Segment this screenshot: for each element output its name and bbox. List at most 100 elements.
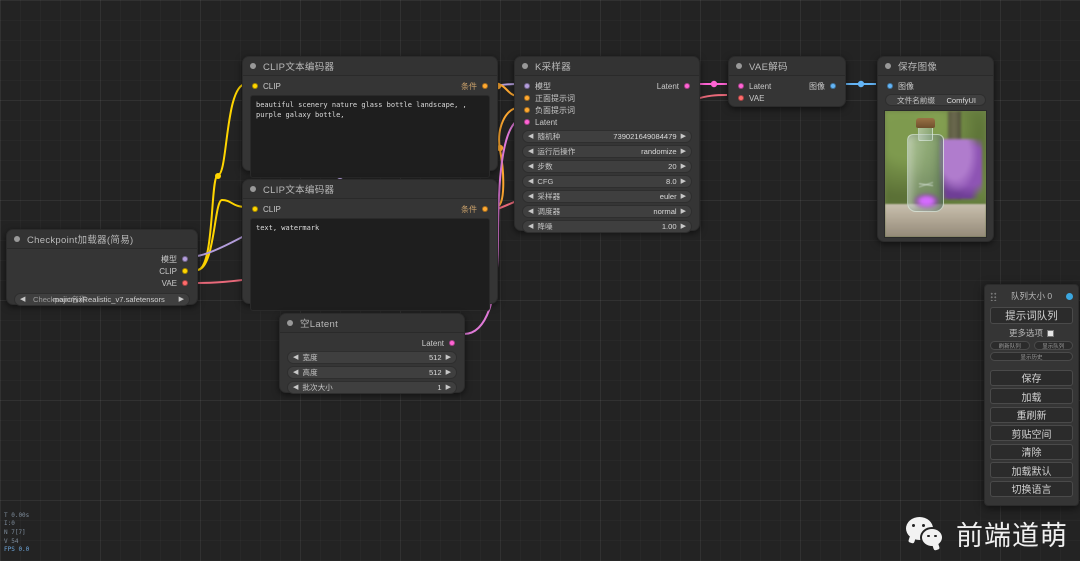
node-title-bar[interactable]: K采样器: [515, 57, 699, 76]
negative-prompt-textarea[interactable]: text, watermark: [250, 218, 490, 311]
widget-cfg[interactable]: ◀ CFG 8.0 ▶: [522, 175, 692, 188]
collapse-icon[interactable]: [885, 63, 891, 69]
extra-options-checkbox[interactable]: [1047, 329, 1054, 337]
widget-value[interactable]: 739021649084479: [613, 132, 676, 141]
slot-clip-output[interactable]: CLIP: [7, 265, 197, 277]
widget-denoise[interactable]: ◀ 降噪 1.00 ▶: [522, 220, 692, 233]
widget-filename-prefix[interactable]: 文件名前缀 ComfyUI: [885, 94, 986, 106]
decrement-arrow-icon[interactable]: ◀: [293, 369, 298, 376]
slot-image-input[interactable]: 图像: [878, 80, 993, 92]
collapse-icon[interactable]: [250, 186, 256, 192]
slot-vae-output[interactable]: VAE: [7, 277, 197, 289]
slot-latent-output[interactable]: Latent: [280, 337, 464, 349]
latent-input-dot[interactable]: [524, 119, 530, 125]
latent-output-dot[interactable]: [684, 83, 690, 89]
increment-arrow-icon[interactable]: ▶: [681, 223, 686, 230]
widget-scheduler[interactable]: ◀ 调度器 normal ▶: [522, 205, 692, 218]
slot-clip-input[interactable]: CLIP 条件: [243, 203, 497, 215]
slot-negative-input[interactable]: 负面提示词: [515, 104, 699, 116]
widget-value[interactable]: 1: [437, 383, 441, 392]
latent-input-dot[interactable]: [738, 83, 744, 89]
widget-ckpt-name[interactable]: ◀ Checkpoint名称 majicmixRealistic_v7.safe…: [14, 293, 190, 306]
menu-header[interactable]: 队列大小 0: [990, 289, 1073, 303]
node-title-bar[interactable]: CLIP文本编码器: [243, 180, 497, 199]
queue-control-row[interactable]: 刷新队列 显示队列: [990, 341, 1073, 350]
generated-image[interactable]: [885, 111, 986, 237]
increment-arrow-icon[interactable]: ▶: [446, 354, 451, 361]
widget-sampler-name[interactable]: ◀ 采样器 euler ▶: [522, 190, 692, 203]
queue-prompt-button[interactable]: 提示词队列: [990, 307, 1073, 324]
comfyui-menu-panel[interactable]: 队列大小 0 提示词队列 更多选项 刷新队列 显示队列 显示历史 保存 加载 重…: [984, 284, 1079, 506]
clear-button[interactable]: 清除: [990, 443, 1073, 460]
slot-latent-input[interactable]: Latent 图像: [729, 80, 845, 92]
positive-input-dot[interactable]: [524, 95, 530, 101]
decrement-arrow-icon[interactable]: ◀: [528, 208, 533, 215]
collapse-icon[interactable]: [250, 63, 256, 69]
collapse-icon[interactable]: [14, 236, 20, 242]
widget-value[interactable]: 512: [429, 353, 442, 362]
node-title-bar[interactable]: Checkpoint加载器(简易): [7, 230, 197, 249]
load-button[interactable]: 加载: [990, 388, 1073, 404]
collapse-icon[interactable]: [736, 63, 742, 69]
widget-width[interactable]: ◀ 宽度 512 ▶: [287, 351, 457, 364]
widget-value[interactable]: euler: [660, 192, 677, 201]
widget-value[interactable]: ComfyUI: [946, 96, 976, 105]
latent-output-dot[interactable]: [449, 340, 455, 346]
decrement-arrow-icon[interactable]: ◀: [528, 133, 533, 140]
slot-model-input[interactable]: 模型 Latent: [515, 80, 699, 92]
comfyui-canvas[interactable]: CLIP文本编码器 CLIP 条件 beautiful scenery natu…: [0, 0, 1080, 561]
slot-vae-input[interactable]: VAE: [729, 92, 845, 104]
widget-value[interactable]: 20: [668, 162, 676, 171]
increment-arrow-icon[interactable]: ▶: [681, 133, 686, 140]
decrement-arrow-icon[interactable]: ◀: [293, 384, 298, 391]
increment-arrow-icon[interactable]: ▶: [446, 384, 451, 391]
widget-value[interactable]: randomize: [641, 147, 676, 156]
node-vae-decode[interactable]: VAE解码 Latent 图像 VAE: [728, 56, 846, 107]
decrement-arrow-icon[interactable]: ◀: [528, 223, 533, 230]
widget-batch-size[interactable]: ◀ 批次大小 1 ▶: [287, 381, 457, 394]
node-empty-latent-image[interactable]: 空Latent Latent ◀ 宽度 512 ▶ ◀ 高度 512 ▶ ◀ 批…: [279, 313, 465, 394]
refresh-queue-button[interactable]: 刷新队列: [990, 341, 1030, 350]
widget-value[interactable]: normal: [653, 207, 676, 216]
node-title-bar[interactable]: 保存图像: [878, 57, 993, 76]
extra-options-row[interactable]: 更多选项: [990, 327, 1073, 339]
increment-arrow-icon[interactable]: ▶: [681, 193, 686, 200]
decrement-arrow-icon[interactable]: ◀: [293, 354, 298, 361]
slot-model-output[interactable]: 模型: [7, 253, 197, 265]
decrement-arrow-icon[interactable]: ◀: [20, 296, 25, 303]
node-title-bar[interactable]: 空Latent: [280, 314, 464, 333]
node-clip-text-encode-negative[interactable]: CLIP文本编码器 CLIP 条件 text, watermark: [242, 179, 498, 311]
positive-prompt-textarea[interactable]: beautiful scenery nature glass bottle la…: [250, 95, 490, 178]
node-checkpoint-loader[interactable]: Checkpoint加载器(简易) 模型 CLIP VAE ◀ Checkpoi…: [6, 229, 198, 306]
slot-clip-input[interactable]: CLIP 条件: [243, 80, 497, 92]
negative-input-dot[interactable]: [524, 107, 530, 113]
conditioning-output-dot[interactable]: [482, 206, 488, 212]
refresh-button[interactable]: 重刷新: [990, 406, 1073, 423]
decrement-arrow-icon[interactable]: ◀: [528, 163, 533, 170]
node-save-image[interactable]: 保存图像 图像 文件名前缀 ComfyUI: [877, 56, 994, 242]
vae-output-dot[interactable]: [182, 280, 188, 286]
clip-input-dot[interactable]: [252, 83, 258, 89]
image-output-dot[interactable]: [830, 83, 836, 89]
decrement-arrow-icon[interactable]: ◀: [528, 193, 533, 200]
widget-height[interactable]: ◀ 高度 512 ▶: [287, 366, 457, 379]
save-button[interactable]: 保存: [990, 369, 1073, 386]
drag-handle-icon[interactable]: [990, 291, 997, 301]
increment-arrow-icon[interactable]: ▶: [681, 148, 686, 155]
increment-arrow-icon[interactable]: ▶: [446, 369, 451, 376]
increment-arrow-icon[interactable]: ▶: [681, 208, 686, 215]
model-output-dot[interactable]: [182, 256, 188, 262]
view-queue-button[interactable]: 显示队列: [1033, 341, 1073, 350]
load-default-button[interactable]: 加载默认: [990, 462, 1073, 478]
widget-control-after-generate[interactable]: ◀ 运行后操作 randomize ▶: [522, 145, 692, 158]
image-input-dot[interactable]: [887, 83, 893, 89]
switch-language-button[interactable]: 切换语言: [990, 480, 1073, 497]
collapse-icon[interactable]: [287, 320, 293, 326]
vae-input-dot[interactable]: [738, 95, 744, 101]
conditioning-output-dot[interactable]: [482, 83, 488, 89]
node-title-bar[interactable]: CLIP文本编码器: [243, 57, 497, 76]
node-clip-text-encode-positive[interactable]: CLIP文本编码器 CLIP 条件 beautiful scenery natu…: [242, 56, 498, 178]
slot-positive-input[interactable]: 正面提示词: [515, 92, 699, 104]
clip-input-dot[interactable]: [252, 206, 258, 212]
view-history-button[interactable]: 显示历史: [990, 352, 1073, 361]
